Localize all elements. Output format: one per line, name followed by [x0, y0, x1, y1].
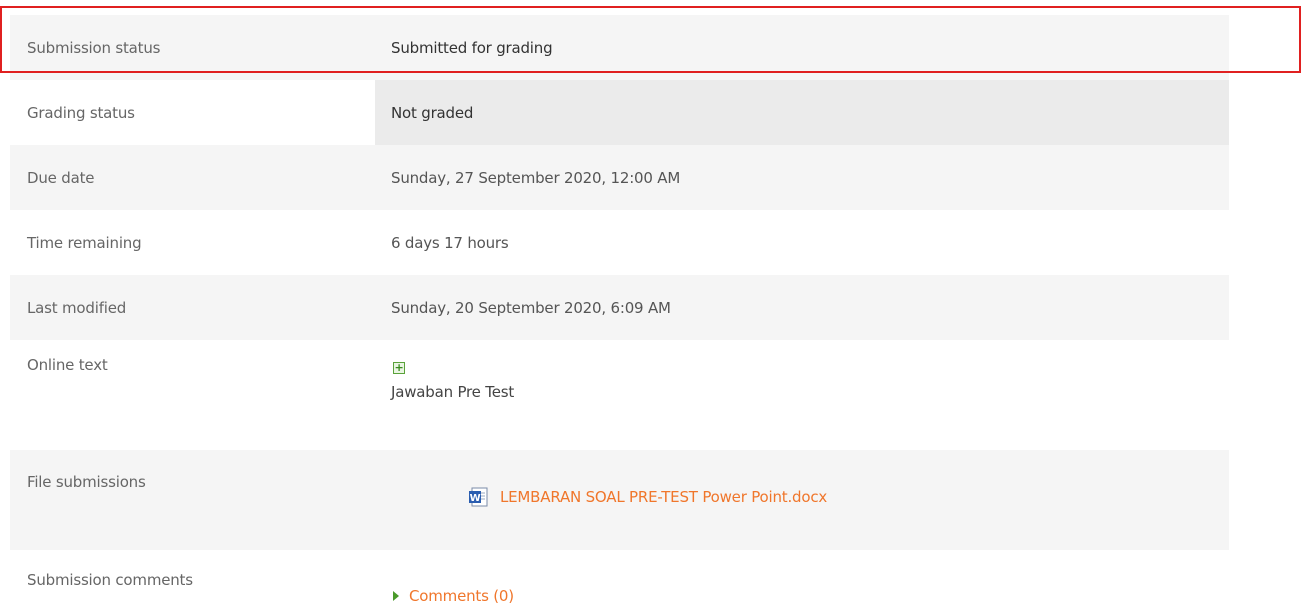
triangle-right-icon	[393, 591, 399, 601]
row-online-text: Online text + Jawaban Pre Test	[10, 340, 1229, 450]
row-label: File submissions	[27, 473, 146, 491]
row-label: Time remaining	[27, 233, 142, 252]
file-name[interactable]: LEMBARAN SOAL PRE-TEST Power Point.docx	[500, 488, 827, 506]
row-grading-status: Grading status Not graded	[10, 80, 1229, 145]
row-value: + Jawaban Pre Test	[375, 340, 1229, 450]
row-value: Not graded	[375, 80, 1229, 145]
row-label: Due date	[27, 168, 95, 187]
row-submission-status: Submission status Submitted for grading	[10, 15, 1229, 80]
row-time-remaining: Time remaining 6 days 17 hours	[10, 210, 1229, 275]
svg-text:W: W	[470, 493, 481, 504]
comments-toggle[interactable]: Comments (0)	[393, 587, 514, 605]
row-value: Sunday, 27 September 2020, 12:00 AM	[391, 168, 681, 187]
row-file-submissions: File submissions W LEMBARAN SOAL PRE-TES…	[10, 450, 1229, 550]
row-label: Submission status	[27, 38, 161, 57]
row-value: Comments (0)	[375, 550, 1229, 613]
row-label: Last modified	[27, 298, 127, 317]
row-due-date: Due date Sunday, 27 September 2020, 12:0…	[10, 145, 1229, 210]
file-link[interactable]: W LEMBARAN SOAL PRE-TEST Power Point.doc…	[468, 487, 827, 507]
row-label: Online text	[27, 356, 108, 374]
row-last-modified: Last modified Sunday, 20 September 2020,…	[10, 275, 1229, 340]
comments-link[interactable]: Comments (0)	[409, 587, 514, 605]
row-label: Submission comments	[27, 571, 193, 589]
row-value: Submitted for grading	[391, 38, 553, 57]
row-value: W LEMBARAN SOAL PRE-TEST Power Point.doc…	[375, 450, 1229, 550]
expand-plus-icon[interactable]: +	[393, 362, 405, 374]
word-doc-icon: W	[469, 487, 488, 507]
row-label: Grading status	[27, 103, 135, 122]
online-text-content: Jawaban Pre Test	[391, 383, 515, 401]
submission-status-table: Submission status Submitted for grading …	[10, 15, 1229, 613]
row-value: 6 days 17 hours	[391, 233, 509, 252]
row-submission-comments: Submission comments Comments (0)	[10, 550, 1229, 613]
row-value: Sunday, 20 September 2020, 6:09 AM	[391, 298, 671, 317]
